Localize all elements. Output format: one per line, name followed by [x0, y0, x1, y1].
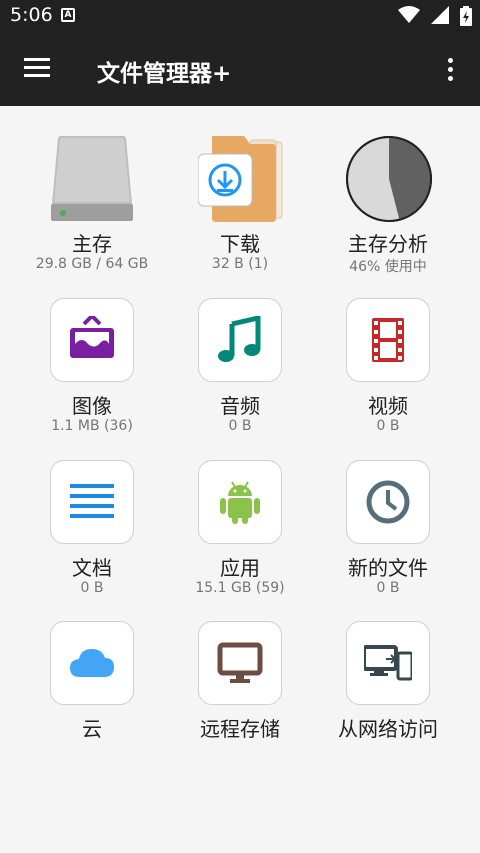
app-title: 文件管理器+: [97, 61, 232, 87]
tile-label: 视频: [368, 394, 408, 418]
tile-subtitle: 0 B: [228, 418, 252, 434]
monitor-icon: [217, 642, 263, 683]
tile-label: 下载: [220, 232, 260, 256]
status-bar: 5:06 A: [0, 0, 480, 32]
tile-label: 图像: [72, 394, 112, 418]
tile-label: 文档: [72, 556, 112, 580]
icon-card: [50, 621, 134, 705]
more-dot: [448, 76, 453, 81]
icon-card: [346, 298, 430, 382]
tile-label: 新的文件: [348, 556, 428, 580]
tile-main-storage[interactable]: 主存 29.8 GB / 64 GB: [17, 136, 167, 286]
icon-card: [50, 298, 134, 382]
tile-label: 从网络访问: [338, 717, 438, 741]
wifi-icon: [397, 6, 420, 23]
tile-storage-analysis[interactable]: 主存分析 46% 使用中: [313, 136, 463, 286]
more-dot: [448, 67, 453, 72]
status-icons: [392, 6, 472, 26]
hamburger-line: [24, 74, 50, 77]
tile-subtitle: 0 B: [376, 580, 400, 596]
clock-icon: [366, 480, 410, 524]
tile-label: 音频: [220, 394, 260, 418]
icon-card: [50, 460, 134, 544]
more-options-button[interactable]: [440, 56, 460, 84]
tile-remote-storage[interactable]: 远程存储: [165, 621, 315, 771]
icon-card: [346, 460, 430, 544]
more-vert-icon: [448, 58, 453, 63]
status-time: 5:06: [10, 4, 53, 26]
icon-card: [198, 621, 282, 705]
pie-chart-icon: [346, 136, 432, 222]
app-bar: 文件管理器+: [0, 32, 480, 106]
tile-subtitle: 32 B (1): [211, 256, 269, 272]
hamburger-line: [24, 66, 50, 69]
hard-drive-icon: [50, 136, 134, 221]
document-icon: [70, 484, 114, 518]
tile-images[interactable]: 图像 1.1 MB (36): [17, 298, 167, 448]
tile-network-access[interactable]: 从网络访问: [313, 621, 463, 771]
android-icon: [220, 481, 260, 524]
tile-label: 远程存储: [200, 717, 280, 741]
tile-subtitle: 15.1 GB (59): [195, 580, 285, 596]
tile-label: 主存: [72, 232, 112, 256]
tile-recent-files[interactable]: 新的文件 0 B: [313, 460, 463, 610]
icon-card: [198, 460, 282, 544]
image-icon: [70, 316, 114, 358]
film-icon: [372, 318, 404, 362]
tile-subtitle: 46% 使用中: [349, 259, 427, 275]
cloud-icon: [70, 649, 114, 677]
signal-icon: [430, 6, 449, 24]
tile-label: 应用: [220, 556, 260, 580]
battery-icon: [460, 6, 472, 26]
tile-video[interactable]: 视频 0 B: [313, 298, 463, 448]
tile-label: 主存分析: [348, 232, 428, 256]
tile-subtitle: 1.1 MB (36): [51, 418, 133, 434]
devices-icon: [364, 645, 412, 681]
tile-documents[interactable]: 文档 0 B: [17, 460, 167, 610]
hamburger-icon: [24, 58, 50, 61]
download-folder-icon: [197, 136, 283, 222]
icon-card: [198, 298, 282, 382]
tile-cloud[interactable]: 云: [17, 621, 167, 771]
tile-audio[interactable]: 音频 0 B: [165, 298, 315, 448]
menu-button[interactable]: [24, 58, 50, 78]
icon-card: [346, 621, 430, 705]
music-note-icon: [218, 316, 261, 362]
tile-subtitle: 0 B: [80, 580, 104, 596]
tile-downloads[interactable]: 下载 32 B (1): [165, 136, 315, 286]
notification-icon: A: [61, 8, 75, 22]
tile-apps[interactable]: 应用 15.1 GB (59): [165, 460, 315, 610]
tile-subtitle: 29.8 GB / 64 GB: [35, 256, 149, 272]
tile-label: 云: [82, 717, 102, 741]
tile-subtitle: 0 B: [376, 418, 400, 434]
